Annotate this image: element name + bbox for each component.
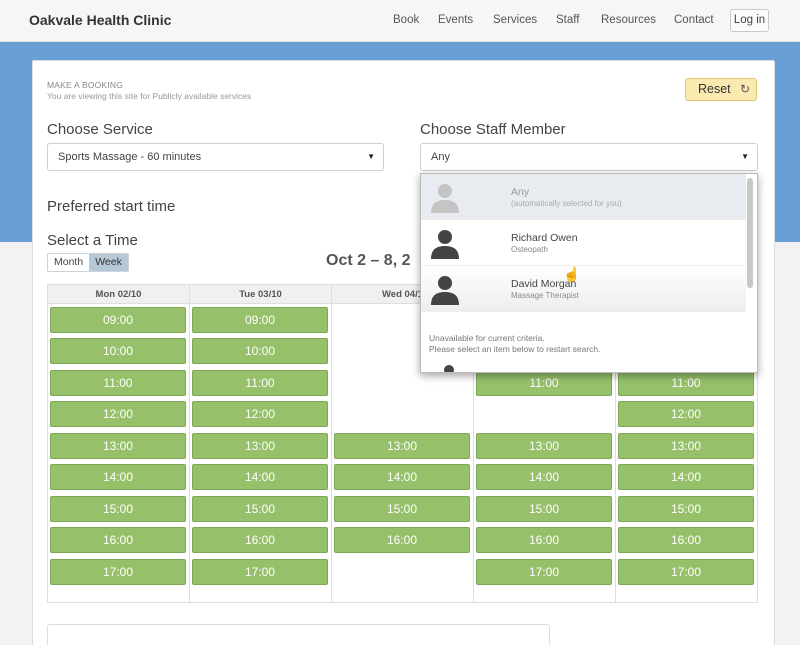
scrollbar-thumb[interactable] (747, 178, 753, 288)
time-slot[interactable]: 12:00 (50, 401, 186, 427)
staff-option-any[interactable]: Any (automatically selected for you) (421, 174, 746, 220)
time-slot[interactable]: 15:00 (334, 496, 470, 522)
time-slot[interactable]: 14:00 (192, 464, 328, 490)
nav-resources[interactable]: Resources (601, 14, 656, 26)
time-slot[interactable]: 17:00 (618, 559, 754, 585)
nav-events[interactable]: Events (438, 14, 473, 26)
time-slot[interactable]: 12:00 (192, 401, 328, 427)
staff-option-name: Richard Owen (511, 232, 578, 244)
nav-book[interactable]: Book (393, 14, 419, 26)
time-slot[interactable]: 11:00 (50, 370, 186, 396)
time-slot[interactable]: 17:00 (50, 559, 186, 585)
refresh-icon: ↻ (739, 82, 750, 96)
details-box (47, 624, 550, 645)
time-slot[interactable]: 09:00 (50, 307, 186, 333)
view-toggle: Month Week (47, 253, 129, 272)
time-slot[interactable]: 13:00 (618, 433, 754, 459)
person-silhouette-icon (431, 276, 459, 305)
booking-heading: MAKE A BOOKING (47, 80, 124, 90)
choose-service-label: Choose Service (47, 121, 153, 138)
unavailable-message: Unavailable for current criteria. (429, 333, 545, 343)
person-silhouette-icon (431, 230, 459, 259)
staff-option-david-morgan[interactable]: David Morgan Massage Therapist (421, 266, 746, 312)
staff-option-role: Massage Therapist (511, 291, 579, 300)
staff-select-value: Any (431, 151, 450, 163)
day-header: Tue 03/10 (190, 285, 331, 304)
staff-option-role: (automatically selected for you) (511, 199, 622, 208)
staff-option-name: Any (511, 186, 530, 198)
staff-select[interactable]: Any ▼ (420, 143, 758, 171)
day-column-tue: Tue 03/10 09:00 10:00 11:00 12:00 13:00 … (190, 285, 332, 602)
time-slot[interactable]: 13:00 (334, 433, 470, 459)
service-select[interactable]: Sports Massage - 60 minutes ▼ (47, 143, 384, 171)
time-slot[interactable]: 15:00 (50, 496, 186, 522)
person-silhouette-icon (431, 184, 459, 213)
time-slot[interactable]: 16:00 (334, 527, 470, 553)
view-month-button[interactable]: Month (48, 254, 89, 271)
time-slot[interactable]: 16:00 (618, 527, 754, 553)
time-slot[interactable]: 14:00 (50, 464, 186, 490)
chevron-down-icon: ▼ (367, 152, 375, 161)
staff-option-richard-owen[interactable]: Richard Owen Osteopath (421, 220, 746, 266)
top-navbar: Oakvale Health Clinic Book Events Servic… (0, 0, 800, 42)
preferred-start-label: Preferred start time (47, 198, 176, 215)
staff-option-role: Osteopath (511, 245, 548, 254)
person-silhouette-icon (444, 365, 454, 372)
time-slot[interactable]: 14:00 (334, 464, 470, 490)
service-select-value: Sports Massage - 60 minutes (58, 151, 202, 163)
time-slot[interactable]: 14:00 (618, 464, 754, 490)
nav-staff[interactable]: Staff (556, 14, 579, 26)
time-slot[interactable]: 15:00 (618, 496, 754, 522)
time-slot[interactable]: 16:00 (50, 527, 186, 553)
hand-cursor-icon: ☝ (563, 266, 581, 282)
site-brand[interactable]: Oakvale Health Clinic (29, 12, 171, 28)
booking-subheading: You are viewing this site for Publicly a… (47, 91, 252, 101)
chevron-down-icon: ▼ (741, 152, 749, 161)
time-slot[interactable]: 13:00 (192, 433, 328, 459)
nav-services[interactable]: Services (493, 14, 537, 26)
view-week-button[interactable]: Week (89, 254, 128, 271)
time-slot[interactable]: 16:00 (192, 527, 328, 553)
time-slot[interactable]: 14:00 (476, 464, 612, 490)
time-slot[interactable]: 17:00 (476, 559, 612, 585)
time-slot[interactable]: 11:00 (192, 370, 328, 396)
time-slot[interactable]: 09:00 (192, 307, 328, 333)
week-title: Oct 2 – 8, 2 (326, 252, 411, 269)
time-slot[interactable]: 10:00 (192, 338, 328, 364)
time-slot[interactable]: 11:00 (476, 370, 612, 396)
time-slot[interactable]: 15:00 (192, 496, 328, 522)
unavailable-instruction: Please select an item below to restart s… (429, 344, 601, 354)
time-slot[interactable]: 17:00 (192, 559, 328, 585)
time-slot[interactable]: 13:00 (476, 433, 612, 459)
day-header: Mon 02/10 (48, 285, 189, 304)
login-button[interactable]: Log in (730, 9, 769, 32)
reset-label: Reset (698, 82, 731, 96)
time-slot[interactable]: 16:00 (476, 527, 612, 553)
time-slot[interactable]: 15:00 (476, 496, 612, 522)
staff-dropdown-menu: Any (automatically selected for you) Ric… (420, 173, 758, 373)
day-column-mon: Mon 02/10 09:00 10:00 11:00 12:00 13:00 … (48, 285, 190, 602)
time-slot[interactable]: 13:00 (50, 433, 186, 459)
time-slot[interactable]: 10:00 (50, 338, 186, 364)
dropdown-scrollbar[interactable] (746, 176, 754, 368)
reset-button[interactable]: Reset ↻ (685, 78, 757, 101)
select-time-label: Select a Time (47, 232, 138, 249)
choose-staff-label: Choose Staff Member (420, 121, 566, 138)
nav-contact[interactable]: Contact (674, 14, 714, 26)
time-slot[interactable]: 11:00 (618, 370, 754, 396)
time-slot[interactable]: 12:00 (618, 401, 754, 427)
